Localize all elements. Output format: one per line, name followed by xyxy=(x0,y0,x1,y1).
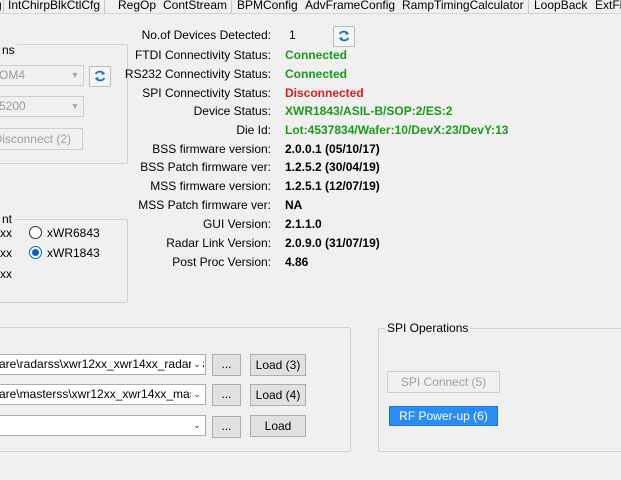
bss-fw-value: 2.0.0.1 (05/10/17) xyxy=(285,142,380,156)
rs232-status-label: RS232 Connectivity Status: xyxy=(124,67,271,81)
bss-firmware-path: are\radarss\xwr12xx_xwr14xx_radarss xyxy=(0,357,205,371)
radio-xwr6843-label[interactable]: xWR6843 xyxy=(47,226,100,240)
chevron-down-icon: ⌄ xyxy=(191,355,203,374)
mss-firmware-path: are\masterss\xwr12xx_xwr14xx_mas xyxy=(0,387,196,401)
post-proc-value: 4.86 xyxy=(285,255,309,269)
die-id-label: Die Id: xyxy=(236,123,271,137)
radar-link-value: 2.0.9.0 (31/07/19) xyxy=(285,236,380,250)
device-status-value: XWR1843/ASIL-B/SOP:2/ES:2 xyxy=(285,104,453,118)
device-status-label: Device Status: xyxy=(193,104,271,118)
device-group-title: nt xyxy=(0,212,15,226)
disconnect-button[interactable]: Disconnect (2) xyxy=(0,128,83,150)
mss-fw-value: 1.2.5.1 (12/07/19) xyxy=(285,179,380,193)
browse-bss-button[interactable]: ... xyxy=(212,354,241,376)
rs232-status-value: Connected xyxy=(285,67,348,81)
refresh-devices-button[interactable] xyxy=(333,26,355,47)
radar-link-label: Radar Link Version: xyxy=(166,236,271,250)
die-id-value: Lot:4537834/Wafer:10/DevX:23/DevY:13 xyxy=(285,123,509,137)
load-bss-button[interactable]: Load (3) xyxy=(250,354,306,376)
post-proc-label: Post Proc Version: xyxy=(172,255,271,269)
mss-firmware-path-select[interactable]: are\masterss\xwr12xx_xwr14xx_mas ⌄ xyxy=(0,384,206,405)
chevron-down-icon: ▼ xyxy=(69,66,81,85)
load-mss-button[interactable]: Load (4) xyxy=(250,384,306,406)
tab-bar: g IntChirpBlkCtlCfg RegOp ContStream BPM… xyxy=(0,0,621,14)
ftdi-status-value: Connected xyxy=(285,48,348,62)
devices-detected-value: 1 xyxy=(289,28,296,42)
refresh-icon xyxy=(94,70,106,82)
device-left-label-3: xx xyxy=(0,267,12,281)
mss-patch-label: MSS Patch firmware ver: xyxy=(138,198,271,212)
tab-advframeconfig[interactable]: AdvFrameConfig xyxy=(301,0,401,13)
gui-version-label: GUI Version: xyxy=(202,217,271,231)
spi-status-label: SPI Connectivity Status: xyxy=(142,86,271,100)
device-left-label-2: xx xyxy=(0,246,12,260)
bss-firmware-path-select[interactable]: are\radarss\xwr12xx_xwr14xx_radarss ⌄ xyxy=(0,354,206,375)
rf-powerup-button[interactable]: RF Power-up (6) xyxy=(389,406,498,426)
ftdi-status-label: FTDI Connectivity Status: xyxy=(134,48,271,62)
device-left-label-1: xx xyxy=(0,226,12,240)
com-port-value: OM4 xyxy=(0,68,26,82)
mss-patch-value: NA xyxy=(285,198,303,212)
spi-status-value: Disconnected xyxy=(285,86,364,100)
baud-rate-select[interactable]: 5200 ▼ xyxy=(0,96,84,117)
com-port-select[interactable]: OM4 ▼ xyxy=(0,65,84,86)
chevron-down-icon: ▼ xyxy=(69,97,81,116)
gui-version-value: 2.1.1.0 xyxy=(285,217,322,231)
config-path-select[interactable]: ⌄ xyxy=(0,415,206,436)
tab-regop[interactable]: RegOp xyxy=(114,0,162,13)
bss-patch-label: BSS Patch firmware ver: xyxy=(140,160,271,174)
bss-fw-label: BSS firmware version: xyxy=(152,142,271,156)
refresh-icon xyxy=(338,30,350,42)
browse-mss-button[interactable]: ... xyxy=(212,384,241,406)
spi-connect-button[interactable]: SPI Connect (5) xyxy=(387,371,500,393)
radio-xwr1843[interactable] xyxy=(29,246,42,259)
tab-extfi[interactable]: ExtFi xyxy=(591,0,621,13)
connection-group-title: ns xyxy=(0,43,17,57)
chevron-down-icon: ⌄ xyxy=(191,416,203,435)
tab-intchirpblkctlcfg[interactable]: IntChirpBlkCtlCfg xyxy=(4,0,106,13)
radio-xwr6843[interactable] xyxy=(29,226,42,239)
tab-contstream[interactable]: ContStream xyxy=(159,0,233,13)
refresh-com-button[interactable] xyxy=(89,66,111,87)
mss-fw-label: MSS firmware version: xyxy=(150,179,271,193)
spi-operations-title: SPI Operations xyxy=(385,321,471,335)
browse-config-button[interactable]: ... xyxy=(212,416,241,438)
radio-xwr1843-label[interactable]: xWR1843 xyxy=(47,246,100,260)
devices-detected-label: No.of Devices Detected: xyxy=(141,28,271,42)
tab-loopback[interactable]: LoopBack xyxy=(530,0,593,13)
baud-rate-value: 5200 xyxy=(0,99,26,113)
bss-patch-value: 1.2.5.2 (30/04/19) xyxy=(285,160,380,174)
chevron-down-icon: ⌄ xyxy=(191,385,203,404)
tab-ramptimingcalculator[interactable]: RampTimingCalculator xyxy=(398,0,529,13)
tab-bpmconfig[interactable]: BPMConfig xyxy=(233,0,303,13)
load-config-button[interactable]: Load xyxy=(250,415,306,437)
